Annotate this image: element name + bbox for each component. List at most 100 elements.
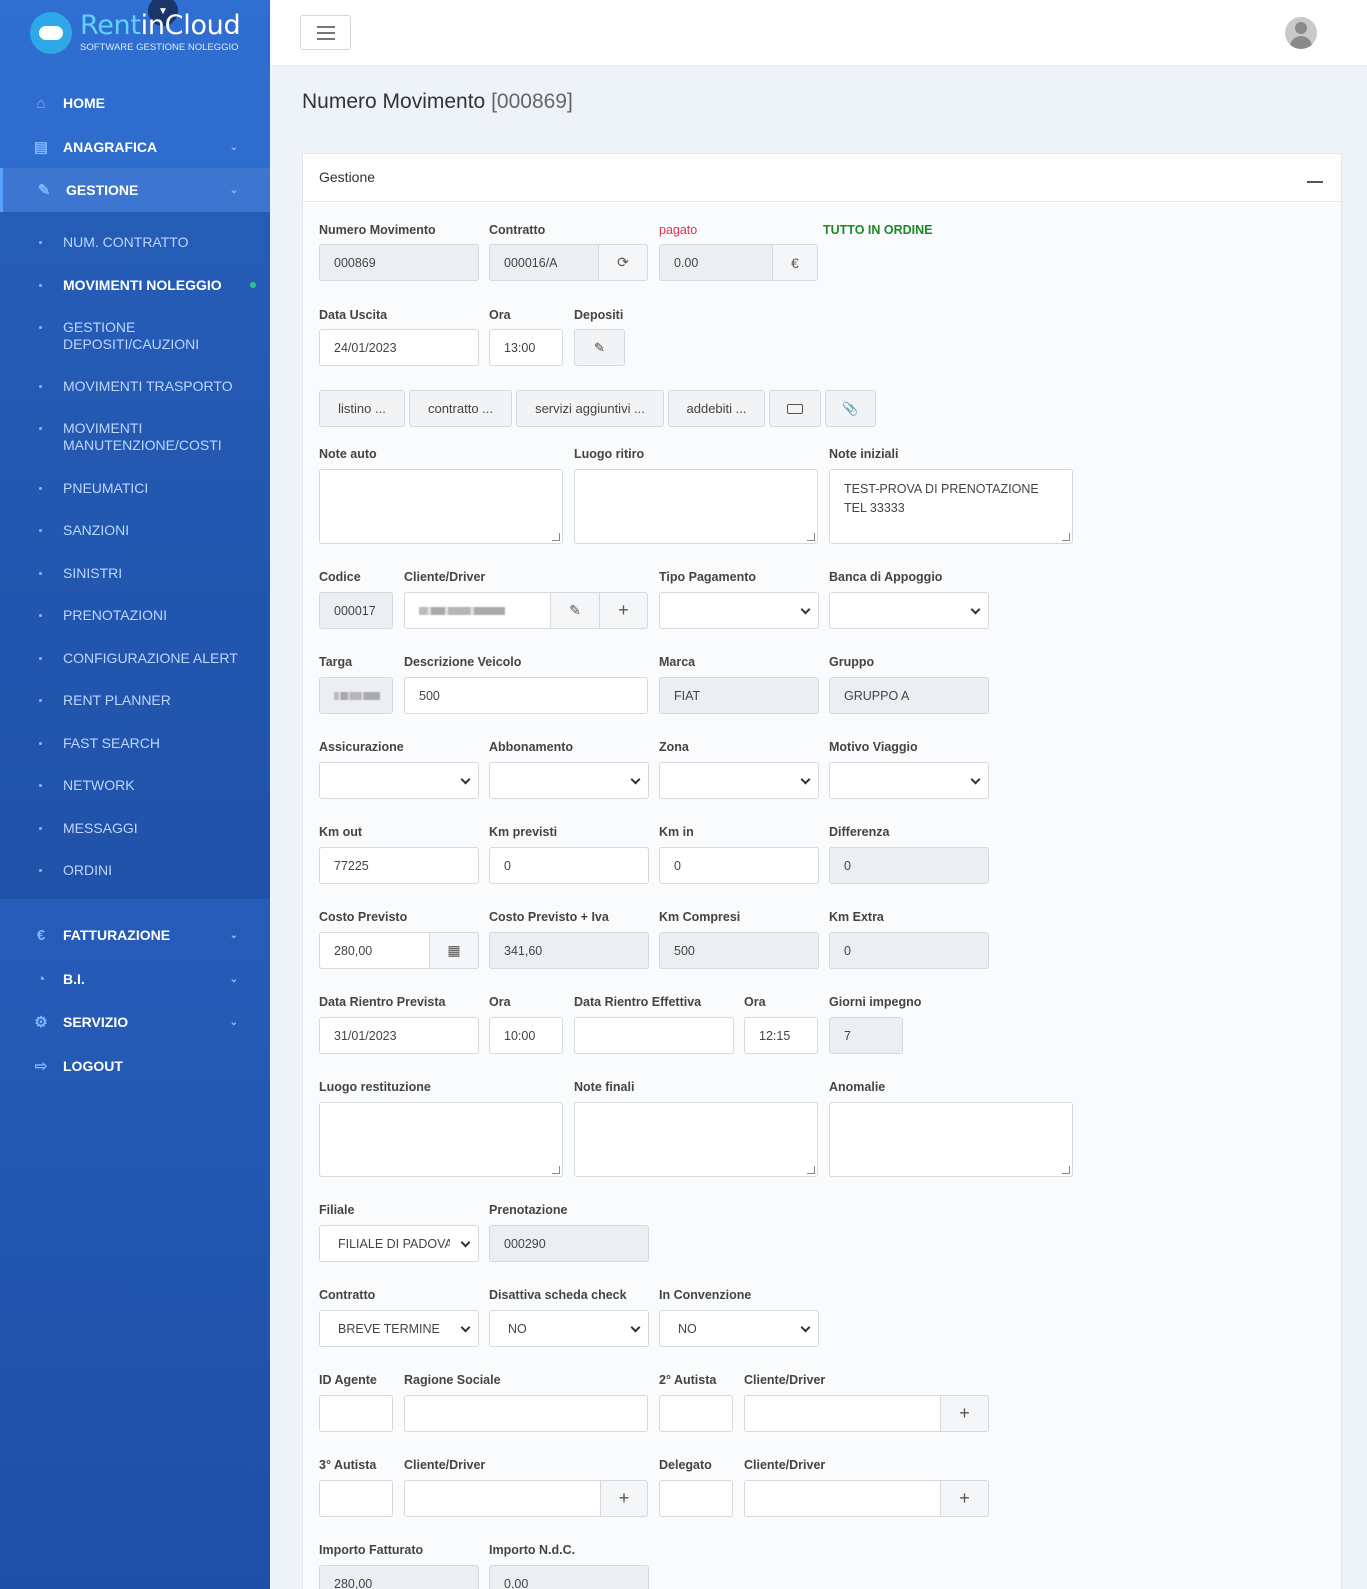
ragione-sociale-field[interactable] <box>404 1395 648 1432</box>
in-convenzione-select[interactable]: NO <box>659 1310 819 1347</box>
data-rientro-prevista-field[interactable]: 31/01/2023 <box>319 1017 479 1054</box>
refresh-icon[interactable]: ⟳ <box>598 244 648 281</box>
money-button[interactable] <box>769 390 821 427</box>
pagato-field[interactable]: 0.00 <box>659 244 773 281</box>
motivo-viaggio-select[interactable] <box>829 762 989 799</box>
calculator-button[interactable]: ▦ <box>429 932 479 969</box>
zona-select[interactable] <box>659 762 819 799</box>
label-gruppo: Gruppo <box>829 655 875 669</box>
costo-previsto-field[interactable]: 280,00 <box>319 932 430 969</box>
chevron-down-icon: ⌄ <box>229 973 238 985</box>
numero-movimento-field[interactable]: 000869 <box>319 244 479 281</box>
gestione-card: Gestione Numero Movimento 000869 Contrat… <box>302 153 1342 1589</box>
label-giorni-impegno: Giorni impegno <box>829 995 922 1009</box>
cliente-driver-3-field[interactable] <box>404 1480 601 1517</box>
autista-3-field[interactable] <box>319 1480 393 1517</box>
cliente-driver-2-field[interactable] <box>744 1395 941 1432</box>
data-rientro-effettiva-field[interactable] <box>574 1017 734 1054</box>
add-cliente-3-button[interactable]: + <box>600 1480 648 1517</box>
km-in-field[interactable]: 0 <box>659 847 819 884</box>
costo-previsto-iva-field[interactable]: 341,60 <box>489 932 649 969</box>
card-body: Numero Movimento 000869 Contratto 000016… <box>303 203 1341 1589</box>
resize-handle[interactable] <box>1062 1166 1070 1174</box>
cliente-edit-button[interactable]: ✎ <box>550 592 600 629</box>
chevron-down-icon <box>970 774 981 785</box>
logo[interactable]: ▼ RentinCloud SOFTWARE GESTIONE NOLEGGIO <box>30 0 250 58</box>
add-cliente-2-button[interactable]: + <box>940 1395 989 1432</box>
label-costo-previsto: Costo Previsto <box>319 910 408 924</box>
cliente-add-button[interactable]: + <box>599 592 648 629</box>
depositi-edit-button[interactable]: ✎ <box>574 329 625 366</box>
label-motivo-viaggio: Motivo Viaggio <box>829 740 918 754</box>
autista-2-field[interactable] <box>659 1395 733 1432</box>
km-compresi-field[interactable]: 500 <box>659 932 819 969</box>
redacted-name <box>419 606 505 615</box>
gear-icon: ⚙ <box>34 1014 48 1031</box>
cliente-driver-field[interactable] <box>404 592 551 629</box>
nav-item-fatturazione[interactable]: € FATTURAZIONE ⌄ <box>0 913 270 957</box>
nav-item-logout[interactable]: ⇨ LOGOUT <box>0 1044 270 1088</box>
paperclip-icon: 📎 <box>842 400 859 416</box>
tipo-pagamento-select[interactable] <box>659 592 819 629</box>
menu-toggle-button[interactable] <box>300 15 351 50</box>
importo-fatturato-field[interactable]: 280,00 <box>319 1565 479 1589</box>
km-previsti-field[interactable]: 0 <box>489 847 649 884</box>
minimize-icon[interactable] <box>1307 181 1323 183</box>
km-out-field[interactable]: 77225 <box>319 847 479 884</box>
importo-ndc-field[interactable]: 0,00 <box>489 1565 649 1589</box>
resize-handle[interactable] <box>552 533 560 541</box>
marca-field[interactable]: FIAT <box>659 677 819 714</box>
differenza-field[interactable]: 0 <box>829 847 989 884</box>
resize-handle[interactable] <box>807 1166 815 1174</box>
label-filiale: Filiale <box>319 1203 355 1217</box>
listino-button[interactable]: listino ... <box>319 390 405 427</box>
luogo-ritiro-textarea[interactable] <box>574 469 818 544</box>
id-agente-field[interactable] <box>319 1395 393 1432</box>
resize-handle[interactable] <box>552 1166 560 1174</box>
ora-uscita-field[interactable]: 13:00 <box>489 329 563 366</box>
label-data-uscita: Data Uscita <box>319 308 388 322</box>
targa-field[interactable] <box>319 677 393 714</box>
codice-field[interactable]: 000017 <box>319 592 393 629</box>
cliente-driver-4-field[interactable] <box>744 1480 941 1517</box>
contratto-tipo-select[interactable]: BREVE TERMINE <box>319 1310 479 1347</box>
delegato-field[interactable] <box>659 1480 733 1517</box>
avatar[interactable] <box>1285 17 1317 49</box>
resize-handle[interactable] <box>807 533 815 541</box>
prenotazione-field[interactable]: 000290 <box>489 1225 649 1262</box>
servizi-aggiuntivi-button[interactable]: servizi aggiuntivi ... <box>516 390 664 427</box>
km-extra-field[interactable]: 0 <box>829 932 989 969</box>
ora-rientro-prevista-field[interactable]: 10:00 <box>489 1017 563 1054</box>
note-finali-textarea[interactable] <box>574 1102 818 1177</box>
card-title: Gestione <box>319 169 376 185</box>
contratto-button[interactable]: contratto ... <box>409 390 512 427</box>
nav-item-servizio[interactable]: ⚙ SERVIZIO ⌄ <box>0 1000 270 1044</box>
ora-rientro-effettiva-field[interactable]: 12:15 <box>744 1017 818 1054</box>
luogo-restituzione-textarea[interactable] <box>319 1102 563 1177</box>
anomalie-textarea[interactable] <box>829 1102 1073 1177</box>
chevron-down-icon <box>800 774 811 785</box>
nav-item-home[interactable]: ⌂ HOME <box>0 81 270 125</box>
brand-tagline: SOFTWARE GESTIONE NOLEGGIO <box>80 42 239 53</box>
resize-handle[interactable] <box>1062 533 1070 541</box>
abbonamento-select[interactable] <box>489 762 649 799</box>
label-cliente-driver: Cliente/Driver <box>404 570 486 584</box>
attach-button[interactable]: 📎 <box>825 390 876 427</box>
add-cliente-4-button[interactable]: + <box>940 1480 989 1517</box>
gruppo-field[interactable]: GRUPPO A <box>829 677 989 714</box>
disattiva-check-select[interactable]: NO <box>489 1310 649 1347</box>
banca-appoggio-select[interactable] <box>829 592 989 629</box>
nav-item-bi[interactable]: ◔ B.I. ⌄ <box>0 957 270 1001</box>
data-uscita-field[interactable]: 24/01/2023 <box>319 329 479 366</box>
contratto-field[interactable]: 000016/A <box>489 244 599 281</box>
filiale-select[interactable]: FILIALE DI PADOVA <box>319 1225 479 1262</box>
descrizione-veicolo-field[interactable]: 500 <box>404 677 648 714</box>
assicurazione-select[interactable] <box>319 762 479 799</box>
note-iniziali-textarea[interactable]: TEST-PROVA DI PRENOTAZIONE TEL 33333 <box>829 469 1073 544</box>
nav-item-gestione[interactable]: ✎ GESTIONE ⌄ <box>0 168 270 212</box>
label-km-in: Km in <box>659 825 694 839</box>
nav-item-anagrafica[interactable]: ▤ ANAGRAFICA ⌄ <box>0 125 270 169</box>
addebiti-button[interactable]: addebiti ... <box>668 390 765 427</box>
giorni-impegno-field[interactable]: 7 <box>829 1017 903 1054</box>
note-auto-textarea[interactable] <box>319 469 563 544</box>
